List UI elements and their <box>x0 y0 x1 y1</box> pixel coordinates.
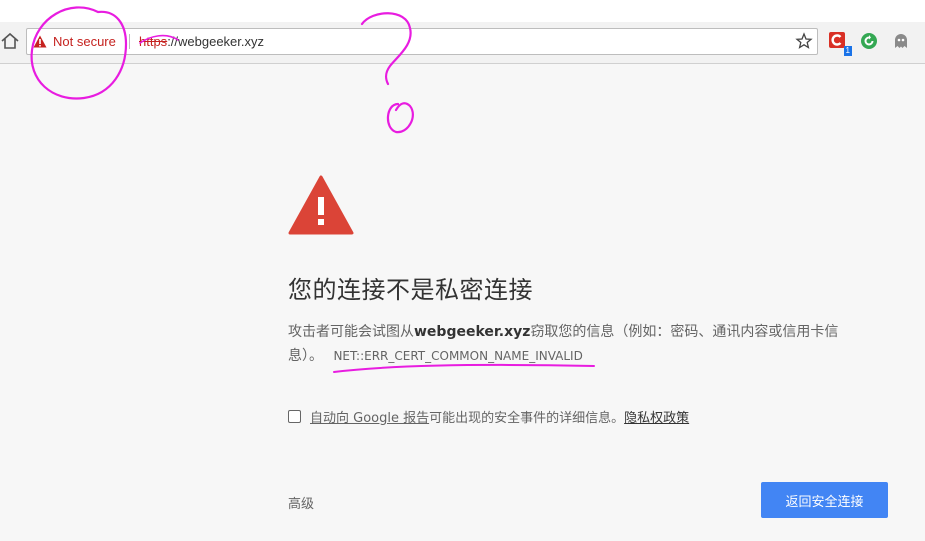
browser-toolbar: Not secure https://webgeeker.xyz 1 <box>0 22 925 64</box>
star-icon[interactable] <box>795 32 813 50</box>
explanation-prefix: 攻击者可能会试图从 <box>288 324 414 340</box>
extension-ghost-icon[interactable] <box>892 32 912 52</box>
explanation-host: webgeeker.xyz <box>414 324 531 340</box>
annotation-dot <box>386 102 414 134</box>
advanced-button[interactable]: 高级 <box>288 493 314 512</box>
url-scheme: https <box>139 34 168 49</box>
url-host: ://webgeeker.xyz <box>167 34 265 49</box>
report-opt-in: 自动向 Google 报告 可能出现的安全事件的详细信息。 隐私权政策 <box>288 407 689 426</box>
window-top-strip <box>0 0 925 22</box>
report-checkbox[interactable] <box>288 410 301 423</box>
error-code[interactable]: NET::ERR_CERT_COMMON_NAME_INVALID <box>333 349 582 363</box>
address-bar[interactable]: Not secure https://webgeeker.xyz <box>26 28 818 55</box>
page-title: 您的连接不是私密连接 <box>288 276 533 304</box>
warning-triangle-icon <box>288 175 354 235</box>
not-secure-label: Not secure <box>53 34 116 49</box>
extension-badge: 1 <box>843 46 852 56</box>
url-text[interactable]: https://webgeeker.xyz <box>139 29 264 54</box>
back-to-safety-button[interactable]: 返回安全连接 <box>761 482 888 518</box>
report-text: 可能出现的安全事件的详细信息。 <box>429 411 625 426</box>
explanation-text: 攻击者可能会试图从webgeeker.xyz窃取您的信息（例如：密码、通讯内容或… <box>288 320 863 368</box>
extension-green-refresh-icon[interactable] <box>860 32 880 52</box>
privacy-policy-link[interactable]: 隐私权政策 <box>624 407 689 426</box>
chip-divider <box>129 34 130 49</box>
extension-c-icon[interactable]: 1 <box>829 32 852 56</box>
report-link[interactable]: 自动向 Google 报告 <box>310 407 429 426</box>
security-indicator[interactable]: Not secure <box>33 29 116 54</box>
home-icon[interactable] <box>0 30 22 52</box>
warning-small-icon <box>33 35 47 48</box>
